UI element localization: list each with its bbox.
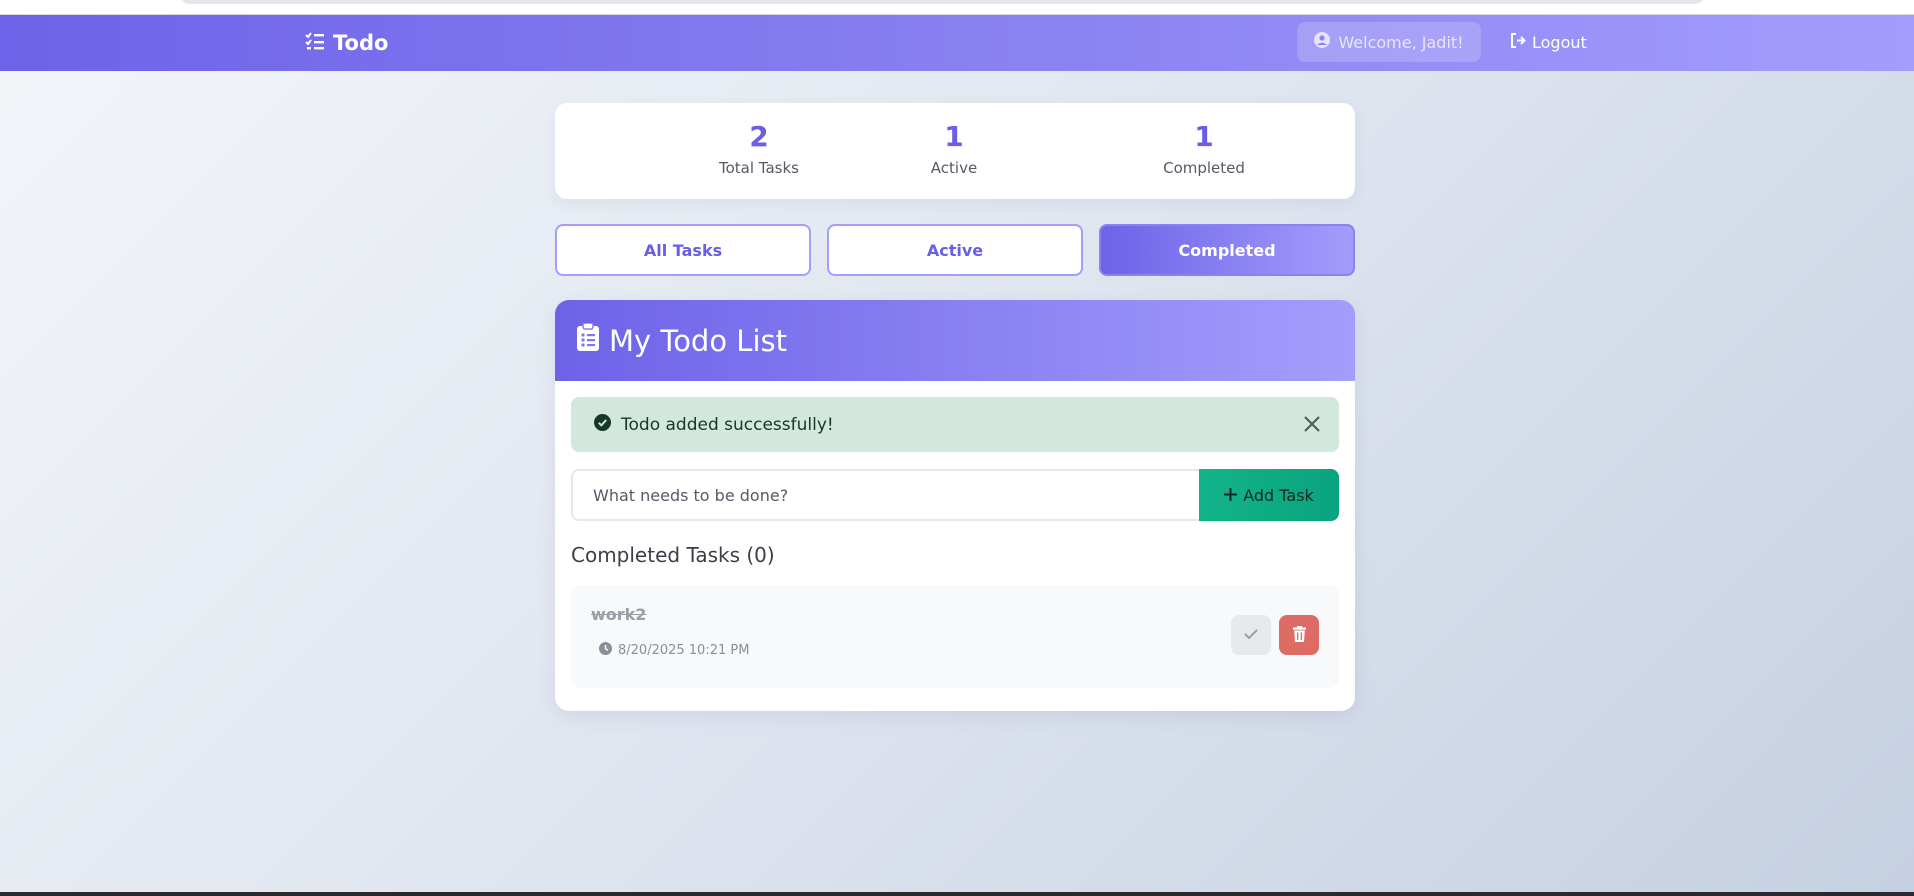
- user-circle-icon: [1314, 32, 1331, 52]
- plus-icon: [1224, 486, 1238, 505]
- filter-completed[interactable]: Completed: [1099, 224, 1355, 276]
- delete-button[interactable]: [1279, 615, 1319, 655]
- success-alert: Todo added successfully!: [571, 397, 1339, 452]
- stats-panel: 2 Total Tasks 1 Active 1 Completed: [555, 103, 1355, 199]
- logout-link[interactable]: Logout: [1510, 22, 1587, 62]
- section-title: Completed Tasks (0): [571, 543, 775, 567]
- navbar: Todo Welcome, Jadit! Logout: [0, 15, 1914, 71]
- stat-completed-value: 1: [1194, 120, 1214, 153]
- sign-out-icon: [1510, 32, 1526, 52]
- add-task-button[interactable]: Add Task: [1199, 469, 1339, 521]
- trash-icon: [1292, 625, 1306, 645]
- stat-total: 2 Total Tasks: [659, 120, 859, 178]
- check-circle-icon: [594, 413, 611, 436]
- filter-all-tasks[interactable]: All Tasks: [555, 224, 811, 276]
- add-todo-form: Add Task: [571, 469, 1339, 521]
- close-icon[interactable]: [1301, 413, 1323, 435]
- clock-icon: [599, 642, 612, 659]
- check-icon: [1244, 628, 1258, 643]
- clipboard-list-icon: [577, 322, 599, 358]
- todo-card: My Todo List Todo added successfully! Ad…: [555, 300, 1355, 711]
- toggle-complete-button[interactable]: [1231, 615, 1271, 655]
- todo-card-title: My Todo List: [609, 323, 787, 358]
- list-check-icon: [305, 31, 325, 55]
- browser-top-strip: [0, 0, 1914, 15]
- welcome-text: Welcome, Jadit!: [1338, 32, 1464, 52]
- brand[interactable]: Todo: [305, 28, 388, 58]
- bottom-border: [0, 892, 1914, 896]
- todo-timestamp-text: 8/20/2025 10:21 PM: [618, 643, 750, 658]
- new-todo-input[interactable]: [571, 469, 1199, 521]
- browser-tab-bar: [180, 0, 1705, 4]
- todo-card-header: My Todo List: [555, 300, 1355, 381]
- todo-text: work2: [591, 605, 647, 624]
- logout-label: Logout: [1532, 32, 1587, 52]
- filter-active[interactable]: Active: [827, 224, 1083, 276]
- stat-completed-label: Completed: [1163, 159, 1245, 177]
- add-task-label: Add Task: [1243, 485, 1314, 505]
- stat-total-value: 2: [749, 120, 769, 153]
- stat-completed: 1 Completed: [1104, 120, 1304, 178]
- stat-active-label: Active: [930, 159, 978, 177]
- brand-label: Todo: [333, 31, 389, 55]
- todo-item: work2 8/20/2025 10:21 PM: [571, 585, 1339, 688]
- stat-active: 1 Active: [854, 120, 1054, 178]
- todo-timestamp: 8/20/2025 10:21 PM: [599, 642, 749, 659]
- welcome-badge: Welcome, Jadit!: [1297, 22, 1481, 62]
- stat-total-label: Total Tasks: [719, 159, 799, 177]
- stat-active-value: 1: [944, 120, 964, 153]
- alert-message: Todo added successfully!: [621, 414, 834, 435]
